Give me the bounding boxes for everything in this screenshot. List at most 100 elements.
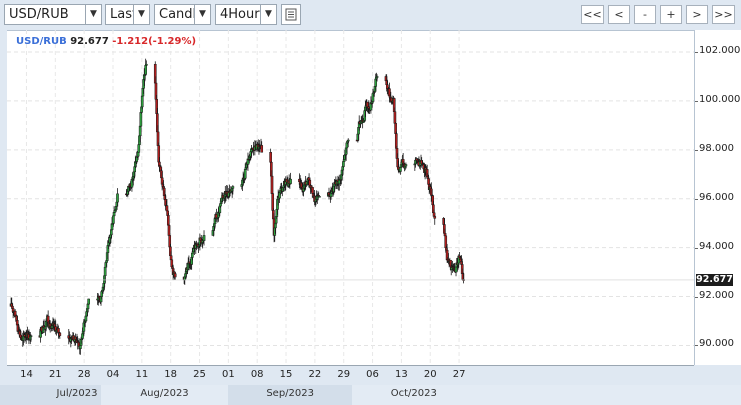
list-icon <box>285 8 297 21</box>
candle-up[interactable] <box>375 76 379 78</box>
month-label: Oct/2023 <box>390 388 437 399</box>
candle-up[interactable] <box>454 266 458 273</box>
candle-up[interactable] <box>145 63 148 66</box>
chart-toolbar: USD/RUB ▼ Last ▼ Candle ▼ 4Hour ▼ << < -… <box>0 0 741 30</box>
y-tick-label: 92.000 <box>699 289 734 301</box>
chevron-down-icon: ▼ <box>133 5 149 24</box>
candle-down[interactable] <box>260 145 264 153</box>
symbol-select-value: USD/RUB <box>9 7 69 22</box>
candle-down[interactable] <box>433 216 437 219</box>
candle-down[interactable] <box>271 193 275 211</box>
x-tick-label: 18 <box>164 369 178 380</box>
candle-up[interactable] <box>404 164 408 167</box>
candle-down[interactable] <box>269 152 272 163</box>
scroll-start-button[interactable]: << <box>581 5 604 24</box>
y-tick-label: 96.000 <box>699 191 734 203</box>
candle-down[interactable] <box>427 178 430 185</box>
candle-up[interactable] <box>231 186 235 189</box>
candle-down[interactable] <box>270 175 274 194</box>
chevron-down-icon: ▼ <box>85 5 101 24</box>
candle-up[interactable] <box>289 178 292 184</box>
legend-symbol: USD/RUB <box>16 36 67 47</box>
x-tick-label: 06 <box>366 369 379 380</box>
legend-change: -1.212(-1.29%) <box>112 36 197 47</box>
candle-up[interactable] <box>202 235 206 241</box>
chart-legend: USD/RUB 92.677 -1.212(-1.29%) <box>16 36 196 47</box>
chevron-down-icon: ▼ <box>260 5 276 24</box>
x-tick-label: 11 <box>135 369 149 380</box>
candle-down[interactable] <box>166 215 170 226</box>
candle-up[interactable] <box>138 125 142 137</box>
y-tick-mark <box>695 149 698 151</box>
x-tick-label: 15 <box>279 369 293 380</box>
candle-up[interactable] <box>86 303 90 310</box>
candle-up[interactable] <box>191 252 194 258</box>
candle-up[interactable] <box>219 203 222 207</box>
month-label: Jul/2023 <box>56 388 98 399</box>
x-tick-label: 25 <box>193 369 206 380</box>
y-tick-mark <box>695 198 698 200</box>
candle-up[interactable] <box>346 139 350 142</box>
candle-down[interactable] <box>311 187 314 194</box>
candlestick-chart[interactable] <box>7 30 694 365</box>
x-tick-label: 04 <box>106 369 120 380</box>
candle-down[interactable] <box>167 224 171 236</box>
chevron-down-icon: ▼ <box>194 5 210 24</box>
interval-value: 4Hour <box>220 7 260 22</box>
interval-select[interactable]: 4Hour ▼ <box>215 4 277 25</box>
legend-price: 92.677 <box>70 36 109 47</box>
y-tick-label: 102.000 <box>699 45 741 56</box>
candle-up[interactable] <box>29 335 33 337</box>
y-tick-label: 94.000 <box>699 240 734 252</box>
price-mode-select[interactable]: Last ▼ <box>105 4 150 25</box>
candle-down[interactable] <box>443 233 447 237</box>
x-tick-label: 08 <box>250 369 264 380</box>
zoom-out-button[interactable]: - <box>634 5 656 24</box>
y-tick-mark <box>695 100 698 102</box>
chart-style-select[interactable]: Candle ▼ <box>154 4 211 25</box>
scroll-left-button[interactable]: < <box>608 5 630 24</box>
y-tick-mark <box>695 247 698 249</box>
candle-up[interactable] <box>116 193 119 203</box>
candle-up[interactable] <box>243 169 247 179</box>
x-tick-label: 20 <box>423 369 437 380</box>
scroll-end-button[interactable]: >> <box>712 5 735 24</box>
x-tick-label: 28 <box>77 369 91 380</box>
candle-down[interactable] <box>58 332 62 336</box>
y-tick-label: 100.000 <box>699 93 741 105</box>
month-label: Aug/2023 <box>140 388 189 399</box>
month-label: Sep/2023 <box>266 388 314 399</box>
candle-up[interactable] <box>399 167 402 172</box>
candle-up[interactable] <box>140 95 144 108</box>
candle-up[interactable] <box>342 161 345 167</box>
candle-up[interactable] <box>84 315 88 322</box>
symbol-select[interactable]: USD/RUB ▼ <box>4 4 102 25</box>
candle-up[interactable] <box>144 65 147 75</box>
candle-up[interactable] <box>87 298 90 305</box>
x-tick-label: 29 <box>337 369 351 380</box>
zoom-in-button[interactable]: + <box>660 5 682 24</box>
candle-up[interactable] <box>103 266 107 276</box>
y-tick-label: 98.000 <box>699 142 734 154</box>
y-tick-mark <box>695 345 698 347</box>
candle-up[interactable] <box>318 196 321 198</box>
candle-up[interactable] <box>79 345 82 349</box>
candle-down[interactable] <box>165 205 169 212</box>
x-tick-label: 22 <box>308 369 322 380</box>
y-tick-label: 90.000 <box>699 338 734 350</box>
y-tick-mark <box>695 52 698 53</box>
candle-up[interactable] <box>137 144 141 153</box>
y-tick-mark <box>695 296 698 298</box>
candle-down[interactable] <box>386 84 389 89</box>
candle-down[interactable] <box>393 111 397 124</box>
settings-list-button[interactable] <box>281 4 301 25</box>
scroll-right-button[interactable]: > <box>686 5 708 24</box>
candle-up[interactable] <box>139 112 143 127</box>
x-tick-label: 01 <box>221 369 235 380</box>
candle-up[interactable] <box>112 215 115 224</box>
x-tick-label: 27 <box>452 369 466 380</box>
candle-down[interactable] <box>173 273 177 278</box>
candle-up[interactable] <box>136 152 140 157</box>
x-tick-label: 21 <box>48 369 62 380</box>
last-price-tag: 92.677 <box>696 273 733 286</box>
